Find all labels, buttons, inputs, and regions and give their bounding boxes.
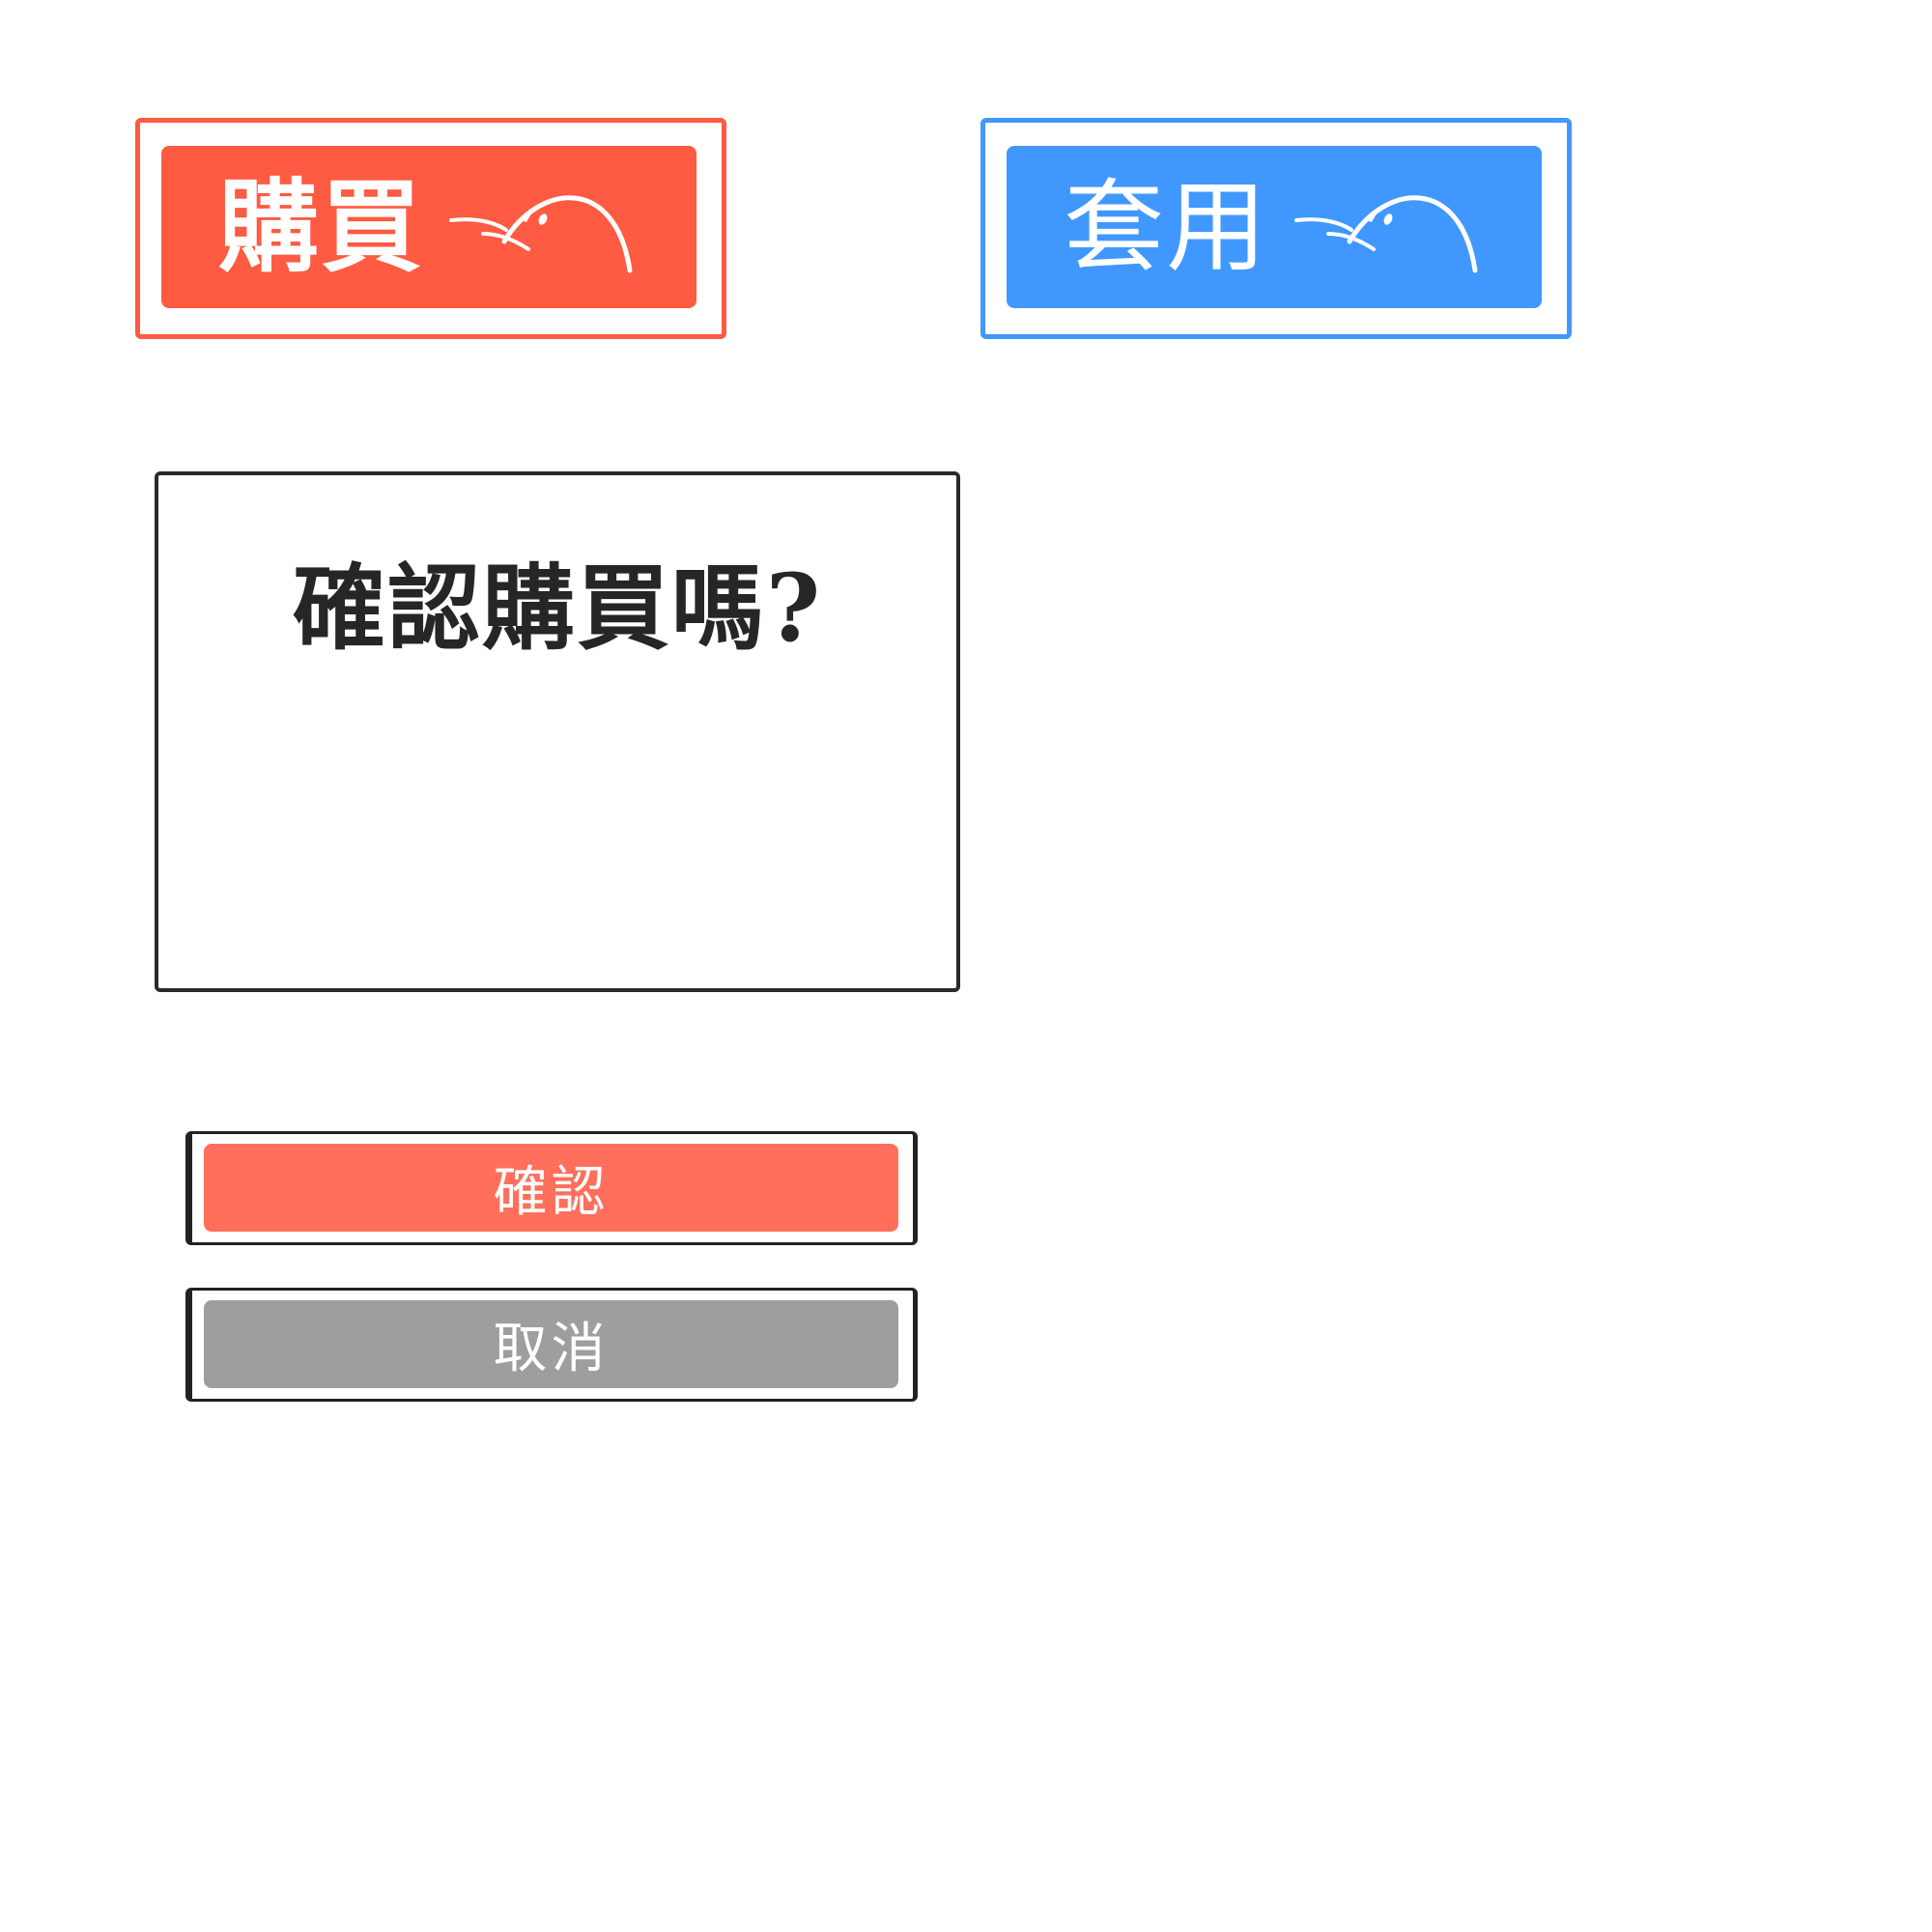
confirm-button[interactable]: 確認 bbox=[185, 1131, 918, 1245]
bird-peek-icon bbox=[1294, 195, 1478, 273]
buy-button-label: 購買 bbox=[217, 167, 423, 286]
apply-button-face[interactable]: 套用 bbox=[1007, 146, 1542, 308]
cancel-button-face[interactable]: 取消 bbox=[204, 1300, 898, 1388]
apply-button[interactable]: 套用 bbox=[980, 118, 1572, 339]
cancel-button[interactable]: 取消 bbox=[185, 1288, 918, 1402]
buy-button[interactable]: 購買 bbox=[135, 118, 726, 339]
apply-button-label: 套用 bbox=[1063, 168, 1268, 286]
confirm-purchase-dialog: 確認購買嗎? bbox=[155, 471, 960, 992]
dialog-title: 確認購買嗎? bbox=[292, 554, 823, 663]
confirm-button-face[interactable]: 確認 bbox=[204, 1144, 898, 1232]
confirm-button-label: 確認 bbox=[493, 1161, 610, 1224]
bird-peek-icon bbox=[449, 195, 633, 273]
buy-button-face[interactable]: 購買 bbox=[161, 146, 696, 308]
cancel-button-label: 取消 bbox=[493, 1318, 610, 1380]
